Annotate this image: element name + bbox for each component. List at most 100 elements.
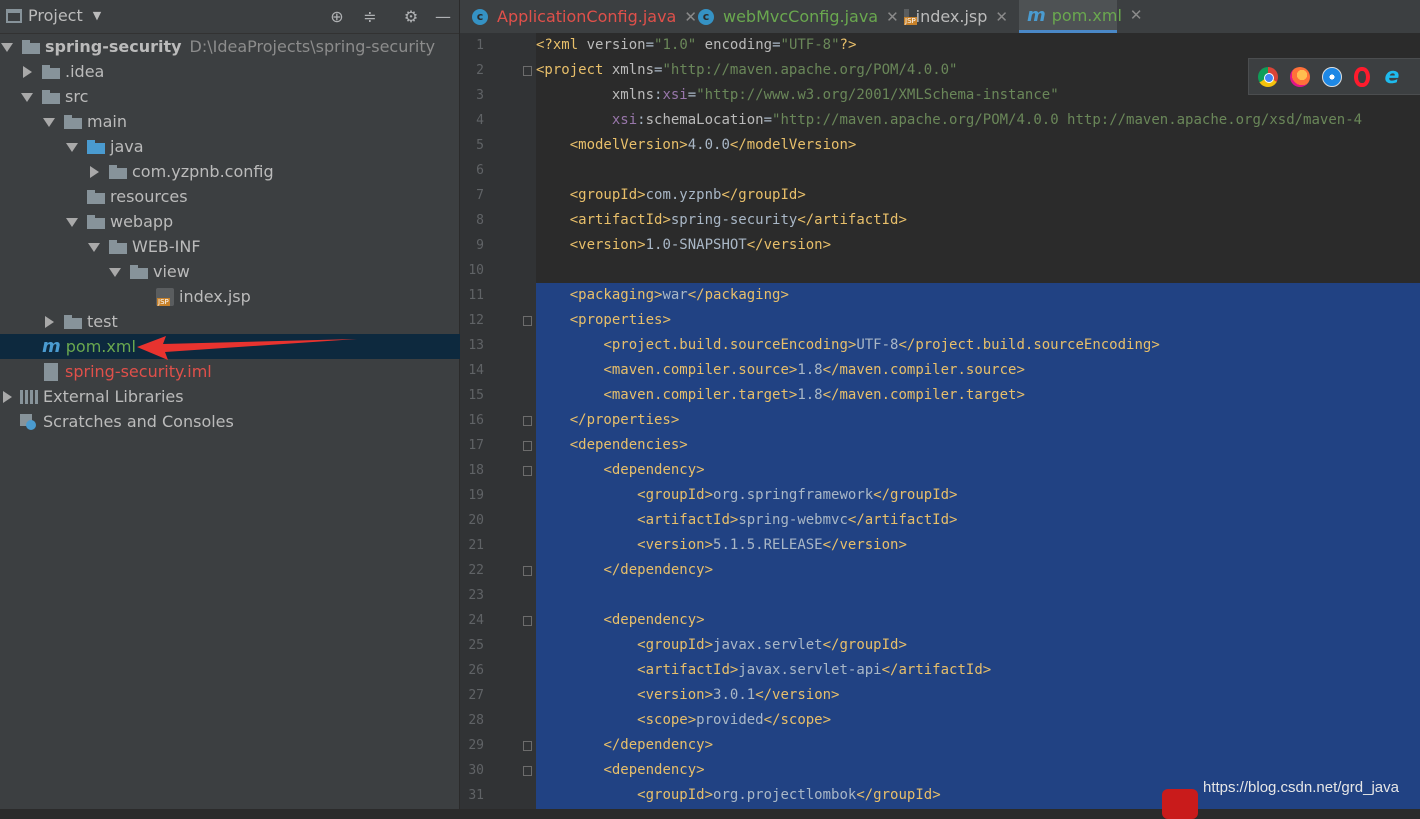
gear-icon[interactable]: ⚙: [401, 7, 421, 27]
expand-arrow-icon[interactable]: [0, 40, 14, 54]
code-line[interactable]: <dependencies>: [536, 433, 688, 458]
expand-arrow-icon[interactable]: [42, 115, 56, 129]
safari-icon[interactable]: [1322, 66, 1342, 87]
ie-icon[interactable]: e: [1382, 65, 1402, 87]
code-line[interactable]: <version>5.1.5.RELEASE</version>: [536, 533, 907, 558]
tree-item-scratches[interactable]: Scratches and Consoles: [0, 409, 479, 434]
tree-item-label: com.yzpnb.config: [132, 162, 274, 181]
tree-item-java[interactable]: java: [0, 134, 524, 159]
code-line[interactable]: <groupId>org.projectlombok</groupId>: [536, 783, 940, 808]
expand-arrow-icon[interactable]: [87, 240, 101, 254]
code-line[interactable]: xmlns:xsi="http://www.w3.org/2001/XMLSch…: [536, 83, 1059, 108]
line-number: 8: [476, 213, 484, 228]
code-line[interactable]: <maven.compiler.source>1.8</maven.compil…: [536, 358, 1024, 383]
code-line[interactable]: <version>3.0.1</version>: [536, 683, 839, 708]
code-line[interactable]: <groupId>com.yzpnb</groupId>: [536, 183, 806, 208]
tree-item-label: resources: [110, 187, 188, 206]
tab-webmvcconfig-java[interactable]: c webMvcConfig.java ✕: [690, 0, 899, 33]
expand-arrow-icon[interactable]: [42, 315, 56, 329]
line-number: 2: [476, 63, 484, 78]
code-line[interactable]: </dependency>: [536, 733, 713, 758]
tree-item-label: .idea: [65, 62, 105, 81]
java-class-icon: c: [472, 8, 488, 25]
tree-item-main[interactable]: main: [0, 109, 501, 134]
code-line[interactable]: <artifactId>javax.servlet-api</artifactI…: [536, 658, 991, 683]
expand-arrow-icon[interactable]: [0, 390, 14, 404]
fold-marker-icon[interactable]: [523, 616, 532, 626]
fold-marker-icon[interactable]: [523, 766, 532, 776]
line-number: 7: [476, 188, 484, 203]
expand-arrow-icon[interactable]: [108, 265, 122, 279]
tab-index-jsp[interactable]: JSP index.jsp ✕: [896, 0, 1016, 33]
firefox-icon[interactable]: [1290, 66, 1310, 87]
code-line[interactable]: <maven.compiler.target>1.8</maven.compil…: [536, 383, 1024, 408]
code-line[interactable]: </dependency>: [536, 558, 713, 583]
fold-marker-icon[interactable]: [523, 741, 532, 751]
line-number: 30: [468, 763, 484, 778]
tree-item-external-libraries[interactable]: External Libraries: [0, 384, 459, 409]
tab-label: pom.xml: [1051, 5, 1122, 25]
fold-marker-icon[interactable]: [523, 566, 532, 576]
expand-arrow-icon[interactable]: [65, 140, 79, 154]
tree-item-idea[interactable]: .idea: [0, 59, 479, 84]
expand-arrow-icon[interactable]: [20, 90, 34, 104]
locate-file-icon[interactable]: ⊕: [327, 7, 347, 27]
expand-arrow-icon[interactable]: [87, 165, 101, 179]
line-number: 5: [476, 138, 484, 153]
code-line[interactable]: <version>1.0-SNAPSHOT</version>: [536, 233, 831, 258]
line-number: 13: [468, 338, 484, 353]
code-line[interactable]: <groupId>javax.servlet</groupId>: [536, 633, 907, 658]
code-line[interactable]: <groupId>org.springframework</groupId>: [536, 483, 957, 508]
hide-panel-icon[interactable]: —: [433, 7, 453, 27]
line-number: 3: [476, 88, 484, 103]
code-line[interactable]: <modelVersion>4.0.0</modelVersion>: [536, 133, 857, 158]
collapse-all-icon[interactable]: ≑: [360, 7, 380, 27]
code-line[interactable]: <packaging>war</packaging>: [536, 283, 789, 308]
line-number: 15: [468, 388, 484, 403]
code-line[interactable]: <?xml version="1.0" encoding="UTF-8"?>: [536, 33, 856, 58]
code-line[interactable]: </properties>: [536, 408, 680, 433]
tab-pom-xml[interactable]: m pom.xml ✕: [1019, 0, 1142, 33]
fold-marker-icon[interactable]: [523, 66, 532, 76]
tree-item-test[interactable]: test: [0, 309, 501, 334]
project-panel-title: Project: [28, 6, 83, 25]
code-line[interactable]: <dependency>: [536, 758, 704, 783]
tree-item-pom-xml[interactable]: m pom.xml: [0, 334, 501, 359]
fold-marker-icon[interactable]: [523, 441, 532, 451]
tree-item-label: External Libraries: [43, 387, 184, 406]
folder-icon: [130, 264, 148, 279]
tree-item-label: view: [153, 262, 190, 281]
code-line[interactable]: <scope>provided</scope>: [536, 708, 831, 733]
tree-item-label: spring-security.iml: [65, 362, 212, 381]
tree-item-spring-security-iml[interactable]: spring-security.iml: [0, 359, 501, 384]
opera-icon[interactable]: [1354, 66, 1370, 87]
close-icon[interactable]: ✕: [995, 8, 1008, 26]
code-line[interactable]: xsi:schemaLocation="http://maven.apache.…: [536, 108, 1362, 133]
line-number: 16: [468, 413, 484, 428]
code-line[interactable]: <dependency>: [536, 458, 704, 483]
fold-marker-icon[interactable]: [523, 316, 532, 326]
tree-item-spring-security[interactable]: spring-security D:\IdeaProjects\spring-s…: [0, 34, 459, 59]
line-number: 25: [468, 638, 484, 653]
fold-marker-icon[interactable]: [523, 466, 532, 476]
tree-item-webapp[interactable]: webapp: [0, 209, 524, 234]
line-number: 27: [468, 688, 484, 703]
tree-item-resources[interactable]: resources: [0, 184, 524, 209]
expand-arrow-icon[interactable]: [20, 65, 34, 79]
expand-arrow-icon[interactable]: [65, 215, 79, 229]
code-line[interactable]: <dependency>: [536, 608, 704, 633]
fold-marker-icon[interactable]: [523, 416, 532, 426]
code-line[interactable]: <artifactId>spring-security</artifactId>: [536, 208, 907, 233]
line-number: 26: [468, 663, 484, 678]
code-line[interactable]: <project xmlns="http://maven.apache.org/…: [536, 58, 957, 83]
tab-applicationconfig-java[interactable]: c ApplicationConfig.java ✕: [464, 0, 697, 33]
tree-item-src[interactable]: src: [0, 84, 479, 109]
close-icon[interactable]: ✕: [1130, 6, 1143, 24]
code-line[interactable]: <properties>: [536, 308, 671, 333]
code-line[interactable]: <artifactId>spring-webmvc</artifactId>: [536, 508, 957, 533]
project-view-selector[interactable]: Project ▼: [6, 6, 101, 25]
chrome-icon[interactable]: [1258, 66, 1278, 87]
code-line[interactable]: <project.build.sourceEncoding>UTF-8</pro…: [536, 333, 1159, 358]
maven-icon: m: [42, 336, 61, 357]
tree-item-label: main: [87, 112, 127, 131]
